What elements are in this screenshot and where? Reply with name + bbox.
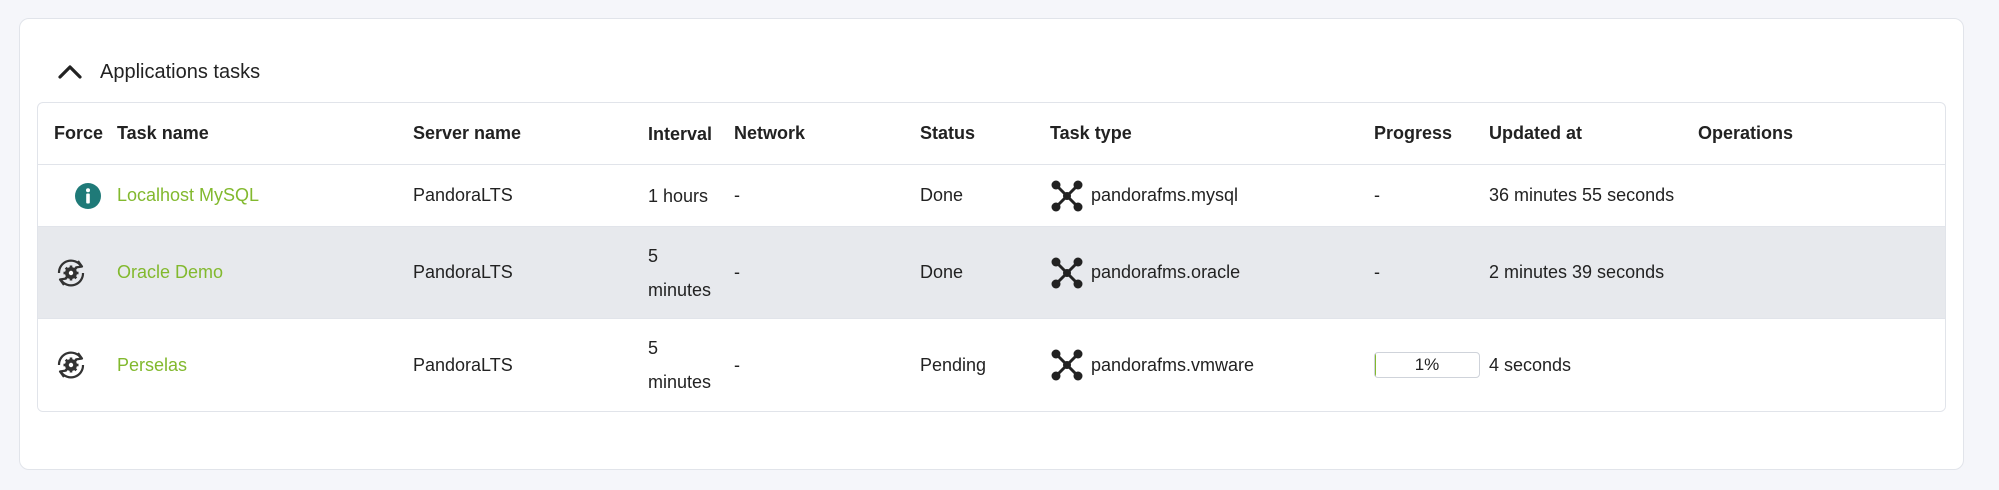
table-header-row: Force Task name Server name Interval Net… [38,103,1945,165]
task-name-link[interactable]: Localhost MySQL [117,185,259,206]
column-header-server-name: Server name [413,123,522,143]
column-header-interval: Interval [648,123,713,144]
table-row: Oracle Demo PandoraLTS 5 minutes - Done … [38,227,1945,319]
progress: - [1374,185,1380,205]
progress-label: 1% [1414,355,1440,374]
table-row: Localhost MySQL PandoraLTS 1 hours - Don… [38,165,1945,227]
applications-tasks-panel: Applications tasks Force Task name Serve… [19,18,1964,470]
updated-at: 4 seconds [1489,354,1572,375]
column-header-status: Status [920,123,976,143]
column-header-task-name: Task name [117,123,209,143]
network: - [734,262,740,282]
force-run-icon[interactable] [54,348,88,382]
operations-cell [1698,165,1898,226]
column-header-progress: Progress [1374,123,1453,143]
server-name: PandoraLTS [413,354,513,375]
force-run-icon[interactable] [54,256,88,290]
network: - [734,185,740,205]
task-type-cell: pandorafms.vmware [1050,319,1368,411]
network-nodes-icon [1050,256,1084,290]
task-type-label: pandorafms.mysql [1091,185,1239,205]
updated-at: 2 minutes 39 seconds [1489,262,1665,282]
interval-value: 5 [648,338,659,358]
updated-at: 36 minutes 55 seconds [1489,185,1675,205]
network-nodes-icon [1050,348,1084,382]
interval: 5 minutes [648,319,730,411]
operations-cell [1698,227,1898,318]
status: Done [920,262,964,282]
status: Pending [920,354,987,375]
tasks-table: Force Task name Server name Interval Net… [37,102,1946,412]
column-header-network: Network [734,123,806,143]
task-type-cell: pandorafms.oracle [1050,227,1368,318]
network: - [734,354,740,375]
progress: - [1374,262,1380,282]
force-cell [54,165,114,226]
chevron-up-icon[interactable] [56,58,84,86]
task-type-label: pandorafms.oracle [1091,262,1241,282]
server-name: PandoraLTS [413,185,513,205]
task-type-label: pandorafms.vmware [1091,354,1255,375]
force-cell [54,319,114,411]
column-header-operations: Operations [1698,123,1794,143]
task-type-cell: pandorafms.mysql [1050,165,1368,226]
table-row: Perselas PandoraLTS 5 minutes - Pending … [38,319,1945,411]
task-name-link[interactable]: Perselas [117,355,187,376]
progress-cell: 1% [1374,319,1484,411]
interval-unit: minutes [648,372,712,392]
panel-title: Applications tasks [100,60,261,83]
interval: 5 minutes [648,227,730,318]
info-icon[interactable] [71,179,105,213]
panel-header-toggle[interactable]: Applications tasks [56,47,260,97]
server-name: PandoraLTS [413,262,513,282]
progress-bar: 1% [1374,352,1480,378]
column-header-force: Force [54,123,104,143]
operations-cell [1698,319,1898,411]
interval-unit: minutes [648,279,712,300]
network-nodes-icon [1050,179,1084,213]
interval: 1 hours [648,185,709,206]
task-name-link[interactable]: Oracle Demo [117,262,223,283]
force-cell [54,227,114,318]
status: Done [920,185,964,205]
column-header-updated-at: Updated at [1489,123,1583,143]
interval-value: 5 [648,245,659,266]
column-header-task-type: Task type [1050,123,1132,143]
